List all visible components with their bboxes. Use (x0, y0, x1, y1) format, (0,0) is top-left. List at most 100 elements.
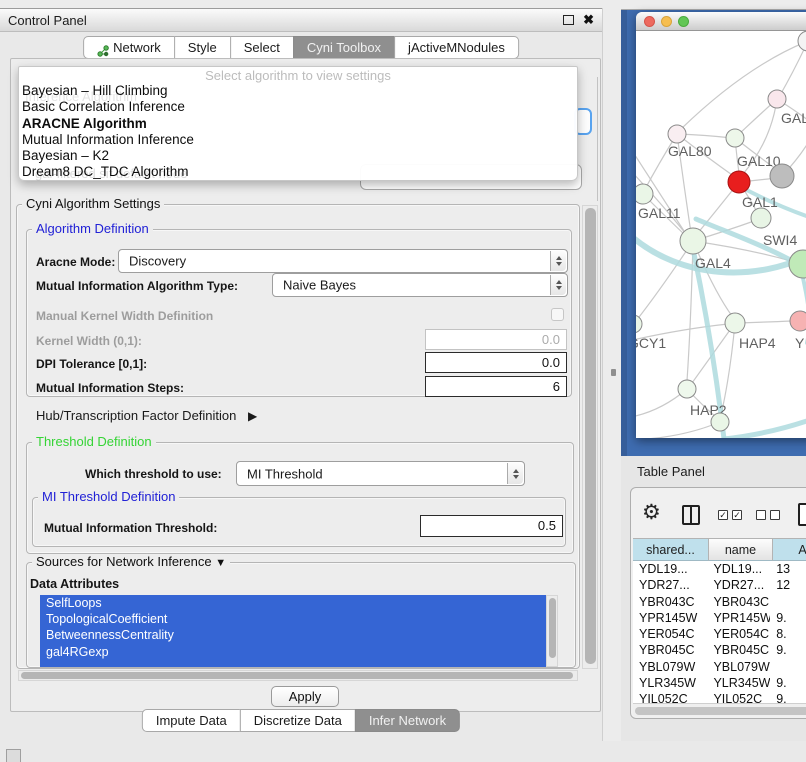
minimize-traffic-light-icon[interactable] (661, 16, 672, 27)
data-attribute-item[interactable]: gal4RGexp (40, 644, 546, 660)
expander-down-arrow-icon[interactable]: ▼ (215, 557, 226, 569)
tab-label: jActiveMNodules (408, 37, 505, 59)
aracne-mode-value: Discovery (129, 254, 186, 269)
network-node[interactable] (711, 413, 729, 431)
table-row[interactable]: YPR145WYPR145W9. (633, 610, 806, 626)
algorithm-option[interactable]: Dream8 DC_TDC Algorithm (22, 164, 574, 180)
network-node-y[interactable] (790, 311, 806, 331)
document-icon[interactable] (798, 503, 806, 526)
data-attributes-list[interactable]: SelfLoopsTopologicalCoefficientBetweenne… (40, 595, 546, 667)
column-header-2[interactable]: name (709, 538, 773, 561)
tab-impute-data[interactable]: Impute Data (142, 709, 241, 732)
combo-stepper-icon[interactable] (507, 463, 523, 484)
node-label: SWI4 (763, 232, 797, 248)
checked-checkbox-icon[interactable]: ✓ (732, 510, 742, 520)
mi-threshold-group-title: MI Threshold Definition (38, 490, 179, 503)
network-node-swi4[interactable] (751, 208, 771, 228)
manual-kernel-checkbox[interactable] (551, 308, 564, 321)
settings-horizontal-scrollbar[interactable] (18, 670, 578, 681)
cyni-algorithm-settings-title: Cyni Algorithm Settings (22, 197, 164, 210)
network-graph: GALGAL80GAL10GAL1GAL11SWI4GAL4GCY1HAP4YH… (636, 31, 806, 438)
tab-label: Impute Data (156, 710, 227, 732)
scrollbar-thumb[interactable] (635, 707, 806, 715)
network-node[interactable] (770, 164, 794, 188)
table-row[interactable]: YER054CYER054C8. (633, 626, 806, 642)
table-row[interactable]: YBL079WYBL079W (633, 659, 806, 675)
network-node-gal10[interactable] (726, 129, 744, 147)
column-header-1[interactable]: shared... (633, 538, 709, 561)
apply-button[interactable]: Apply (271, 686, 339, 707)
unchecked-checkbox-icon[interactable] (770, 510, 780, 520)
table-row[interactable]: YDR27...YDR27...12 (633, 577, 806, 593)
expander-right-arrow-icon[interactable]: ▶ (248, 409, 257, 423)
scrollbar-thumb[interactable] (21, 672, 573, 679)
table-cell: 9. (770, 691, 806, 703)
splitter-grip-icon[interactable] (611, 369, 616, 376)
data-attribute-item[interactable]: TopologicalCoefficient (40, 611, 546, 627)
mi-type-combo[interactable]: Naive Bayes (272, 273, 568, 297)
tab-jactivemnodules[interactable]: jActiveMNodules (394, 36, 519, 59)
network-node-gcy1[interactable] (636, 315, 642, 333)
which-threshold-combo[interactable]: MI Threshold (236, 461, 525, 486)
settings-vertical-scrollbar[interactable] (582, 205, 598, 669)
algorithm-option[interactable]: Bayesian – Hill Climbing (22, 83, 574, 99)
network-node-gal[interactable] (768, 90, 786, 108)
data-attribute-item-partial[interactable] (40, 660, 546, 667)
network-window[interactable]: GALGAL80GAL10GAL1GAL11SWI4GAL4GCY1HAP4YH… (636, 12, 806, 438)
attributes-list-scrollbar[interactable] (546, 595, 558, 667)
network-node-gal80[interactable] (668, 125, 686, 143)
mi-threshold-field[interactable]: 0.5 (420, 515, 563, 537)
table-cell: YDR27... (707, 577, 770, 593)
unchecked-checkbox-icon[interactable] (756, 510, 766, 520)
aracne-mode-combo[interactable]: Discovery (118, 249, 568, 273)
column-header-3[interactable]: A (773, 538, 806, 561)
data-attribute-item[interactable]: BetweennessCentrality (40, 627, 546, 643)
tab-label: Discretize Data (254, 710, 342, 732)
network-canvas[interactable]: GALGAL80GAL10GAL1GAL11SWI4GAL4GCY1HAP4YH… (636, 31, 806, 438)
zoom-traffic-light-icon[interactable] (678, 16, 689, 27)
node-label: GAL80 (668, 143, 712, 159)
table-row[interactable]: YDL19...YDL19...13 (633, 561, 806, 577)
table-row[interactable]: YBR043CYBR043C (633, 594, 806, 610)
network-node-gal1[interactable] (728, 171, 750, 193)
algorithm-option[interactable]: Basic Correlation Inference (22, 99, 574, 115)
scrollbar-thumb[interactable] (585, 208, 596, 664)
tab-select[interactable]: Select (230, 36, 294, 59)
checked-checkbox-icon[interactable]: ✓ (718, 510, 728, 520)
kernel-width-field[interactable]: 0.0 (425, 329, 567, 350)
tab-cyni-toolbox[interactable]: Cyni Toolbox (293, 36, 395, 59)
algorithm-option[interactable]: Mutual Information Inference (22, 132, 574, 148)
tab-style[interactable]: Style (174, 36, 231, 59)
table-horizontal-scrollbar[interactable] (633, 703, 806, 716)
network-window-titlebar[interactable] (636, 12, 806, 31)
algorithm-option[interactable]: Bayesian – K2 (22, 148, 574, 164)
tab-infer-network[interactable]: Infer Network (355, 709, 460, 732)
network-node-hap4[interactable] (725, 313, 745, 333)
column-layout-icon[interactable] (682, 505, 700, 525)
table-row[interactable]: YBR045CYBR045C9. (633, 642, 806, 658)
float-window-icon[interactable] (563, 15, 574, 25)
network-node-hap2[interactable] (678, 380, 696, 398)
network-node[interactable] (789, 250, 806, 278)
table-row[interactable]: YLR345WYLR345W9. (633, 675, 806, 691)
data-attribute-item[interactable]: SelfLoops (40, 595, 546, 611)
network-node[interactable] (798, 31, 806, 51)
node-label: Y (795, 335, 805, 351)
combo-stepper-icon[interactable] (550, 251, 566, 271)
close-traffic-light-icon[interactable] (644, 16, 655, 27)
dpi-tolerance-field[interactable]: 0.0 (425, 352, 567, 373)
table-cell: YPR145W (633, 610, 707, 626)
close-icon[interactable]: ✖ (583, 12, 594, 28)
algorithm-option[interactable]: ARACNE Algorithm (22, 116, 574, 132)
network-node-gal11[interactable] (636, 184, 653, 204)
gear-icon[interactable]: ⚙ (642, 502, 661, 523)
tab-network[interactable]: Network (83, 36, 175, 59)
table-row[interactable]: YIL052CYIL052C9. (633, 691, 806, 703)
hub-expander[interactable]: Hub/Transcription Factor Definition ▶ (36, 408, 257, 423)
network-node-gal4[interactable] (680, 228, 706, 254)
scrollbar-thumb[interactable] (549, 598, 556, 658)
tab-discretize-data[interactable]: Discretize Data (240, 709, 356, 732)
mi-steps-field[interactable]: 6 (425, 376, 567, 397)
minimized-panel-icon[interactable] (6, 749, 21, 762)
combo-stepper-icon[interactable] (550, 275, 566, 295)
